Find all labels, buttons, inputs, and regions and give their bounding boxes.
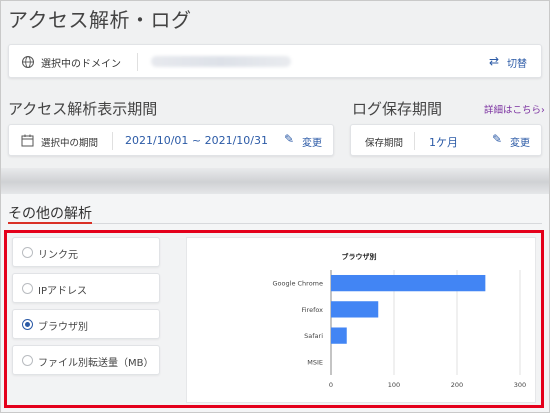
log-heading: ログ保存期間 [352,100,443,118]
y-category-label: Firefox [301,306,323,314]
log-detail-link[interactable]: 詳細はこちら› [484,102,545,116]
radio-button[interactable] [22,283,33,294]
x-tick-label: 100 [388,381,400,389]
heading-underline [8,222,92,224]
period-heading: アクセス解析表示期間 [8,100,158,118]
browser-chart-card: ブラウザ別 0 100 200 300 Google Chrome Firefox Safar… [186,237,536,403]
swap-icon[interactable]: ⇄ [489,54,499,68]
divider [414,132,415,150]
option-file-transfer[interactable]: ファイル別転送量（MB） [12,345,160,375]
calendar-icon [21,134,34,147]
x-tick-label: 200 [451,381,463,389]
log-retention-card: 保存期間 1ケ月 ✎ 変更 [350,124,542,156]
domain-selector-card: 選択中のドメイン ⇄ 切替 [8,44,542,78]
y-category-label: Google Chrome [273,280,323,288]
option-referrer[interactable]: リンク元 [12,237,160,267]
option-label: リンク元 [38,250,78,261]
bar [331,301,379,318]
divider [112,132,113,150]
option-label: ファイル別転送量（MB） [38,358,154,369]
period-label: 選択中の期間 [41,138,99,149]
radio-button[interactable] [22,355,33,366]
radio-button-selected[interactable] [22,319,33,330]
globe-icon [22,56,34,68]
pencil-icon[interactable]: ✎ [284,132,294,146]
log-label: 保存期間 [365,138,404,149]
option-label: ブラウザ別 [38,322,88,333]
domain-value-redacted [151,56,291,67]
log-edit-button[interactable]: 変更 [510,134,530,149]
bar [331,327,347,344]
x-tick-label: 0 [329,381,333,389]
period-value: 2021/10/01 ~ 2021/10/31 [125,134,269,147]
domain-label: 選択中のドメイン [41,59,121,70]
chart-title: ブラウザ別 [342,252,377,261]
option-label: IPアドレス [38,286,87,297]
period-edit-button[interactable]: 変更 [302,134,322,149]
other-analysis-heading: その他の解析 [8,206,92,222]
switch-domain-button[interactable]: 切替 [507,55,527,70]
log-value: 1ケ月 [429,136,458,149]
y-category-label: Safari [304,332,323,340]
option-ip-address[interactable]: IPアドレス [12,273,160,303]
divider [137,53,138,71]
period-card: 選択中の期間 2021/10/01 ~ 2021/10/31 ✎ 変更 [8,124,334,156]
bar [331,274,486,292]
page-title: アクセス解析・ログ [8,8,192,32]
radio-button[interactable] [22,247,33,258]
x-tick-label: 300 [514,381,526,389]
browser-bar-chart: ブラウザ別 0 100 200 300 Google Chrome Firefox Safar… [273,252,527,389]
section-divider-band [1,168,549,196]
option-browser[interactable]: ブラウザ別 [12,309,160,339]
pencil-icon[interactable]: ✎ [492,132,502,146]
y-category-label: MSIE [307,358,323,366]
